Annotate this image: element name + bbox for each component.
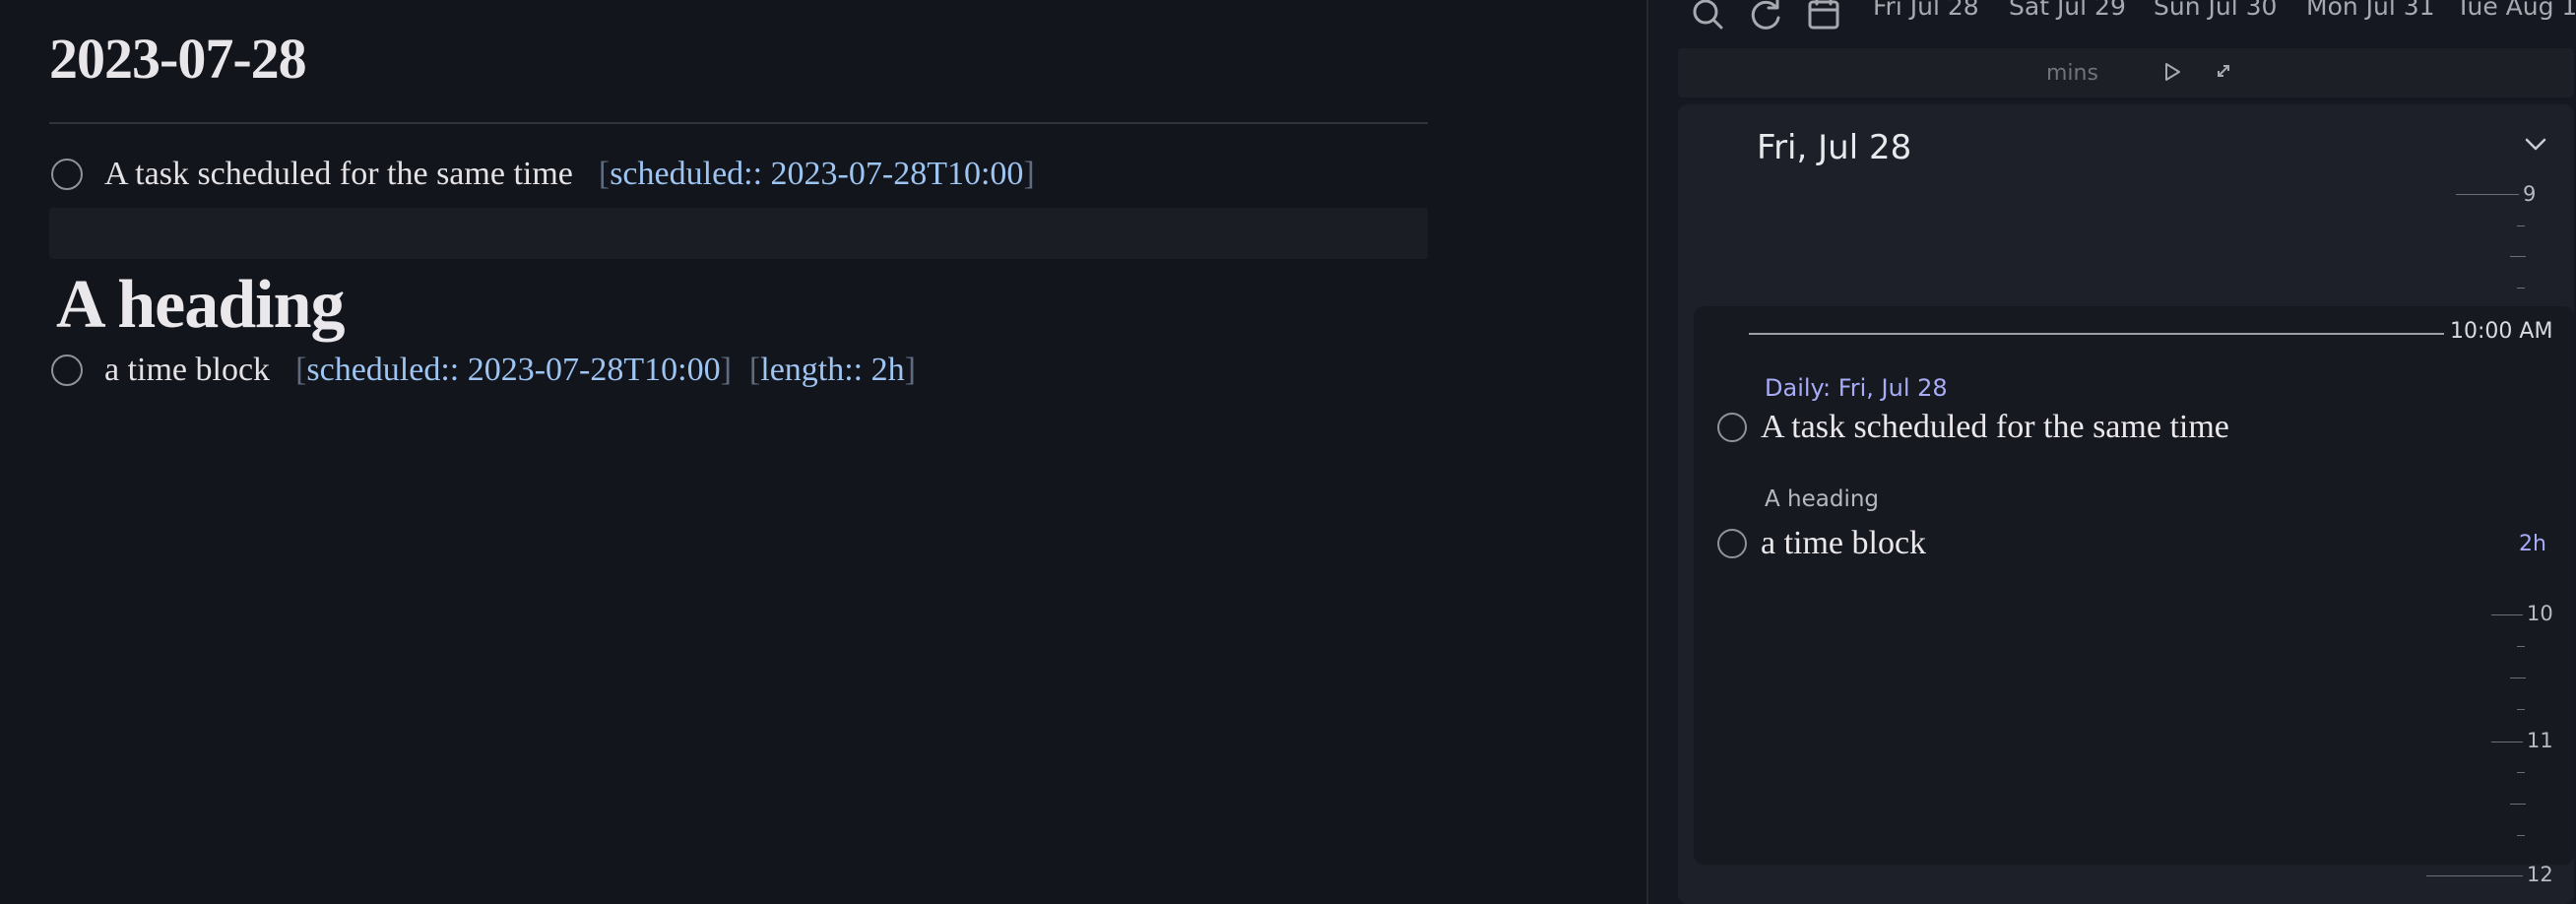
hour-label: 9 (2523, 182, 2537, 206)
tick-mark (2517, 835, 2525, 836)
property-bracket-close: ] (1023, 156, 1035, 192)
hour-line (2491, 614, 2523, 615)
hour-label: 12 (2527, 863, 2553, 886)
time-block[interactable]: 10:00 AM Daily: Fri, Jul 28 A task sched… (1694, 306, 2574, 865)
planner-toolbar: Fri Jul 28 Sat Jul 29 Sun Jul 30 Mon Jul… (1648, 0, 2576, 30)
day-tab[interactable]: Mon Jul 31 (2306, 0, 2435, 21)
block-heading: A heading (1765, 486, 1880, 512)
length-property[interactable]: length:: 2h (760, 352, 904, 389)
task-item[interactable]: a time block [scheduled:: 2023-07-28T10:… (51, 352, 916, 389)
property-bracket-open: [ (295, 352, 307, 388)
property-bracket-open: [ (748, 352, 761, 388)
property-bracket-open: [ (598, 156, 611, 192)
hour-label: 11 (2527, 729, 2553, 752)
hour-line (2426, 875, 2523, 876)
day-column: Fri, Jul 28 9 10:00 AM Daily: Fri, Jul 2… (1678, 104, 2574, 904)
block-source-link[interactable]: Daily: Fri, Jul 28 (1765, 374, 1948, 402)
planner-controls: mins (1678, 48, 2574, 97)
expand-icon[interactable] (2214, 61, 2233, 81)
tick-mark (2510, 256, 2526, 257)
tick-mark (2517, 288, 2525, 289)
block-length-badge: 2h (2519, 532, 2546, 556)
time-marker-label: 10:00 AM (2450, 319, 2553, 344)
title-divider (49, 122, 1428, 124)
day-planner-pane: Fri Jul 28 Sat Jul 29 Sun Jul 30 Mon Jul… (1648, 0, 2576, 904)
tick-mark (2510, 804, 2526, 805)
task-text[interactable]: a time block (1761, 525, 1926, 562)
editor-pane: 2023-07-28 A task scheduled for the same… (0, 0, 1646, 904)
task-checkbox[interactable] (51, 159, 83, 190)
section-heading[interactable]: A heading (56, 264, 345, 347)
task-text[interactable]: a time block (104, 352, 270, 389)
block-task-item[interactable]: A task scheduled for the same time (1717, 409, 2229, 446)
tick-mark (2517, 709, 2525, 710)
task-checkbox[interactable] (1717, 413, 1747, 442)
task-text[interactable]: A task scheduled for the same time (104, 156, 573, 193)
block-task-item[interactable]: a time block (1717, 525, 1926, 562)
time-marker-line (1749, 333, 2444, 335)
day-tab[interactable]: Fri Jul 28 (1873, 0, 1979, 21)
property-bracket-close: ] (720, 352, 732, 388)
tick-mark (2517, 646, 2525, 647)
hour-label: 10 (2527, 602, 2553, 625)
chevron-down-icon[interactable] (2523, 132, 2548, 158)
play-icon[interactable] (2160, 60, 2184, 84)
task-item[interactable]: A task scheduled for the same time [sche… (51, 156, 1035, 193)
note-title[interactable]: 2023-07-28 (49, 20, 307, 98)
hour-line (2456, 194, 2519, 195)
hour-line (2491, 742, 2523, 743)
scheduled-property[interactable]: scheduled:: 2023-07-28T10:00 (306, 352, 720, 389)
day-tab[interactable]: Sat Jul 29 (2009, 0, 2126, 21)
task-checkbox[interactable] (51, 355, 83, 386)
day-tab[interactable]: Tue Aug 1 (2456, 0, 2576, 21)
task-checkbox[interactable] (1717, 529, 1747, 558)
search-icon[interactable] (1688, 0, 1727, 33)
calendar-icon[interactable] (1804, 0, 1843, 33)
property-bracket-close: ] (904, 352, 916, 388)
mins-label[interactable]: mins (2046, 61, 2098, 86)
empty-line-highlight[interactable] (49, 208, 1428, 259)
tick-mark (2517, 772, 2525, 773)
task-text[interactable]: A task scheduled for the same time (1761, 409, 2229, 446)
scheduled-property[interactable]: scheduled:: 2023-07-28T10:00 (610, 156, 1023, 193)
refresh-icon[interactable] (1746, 0, 1785, 33)
day-tab[interactable]: Sun Jul 30 (2154, 0, 2277, 21)
day-title: Fri, Jul 28 (1757, 128, 1912, 167)
